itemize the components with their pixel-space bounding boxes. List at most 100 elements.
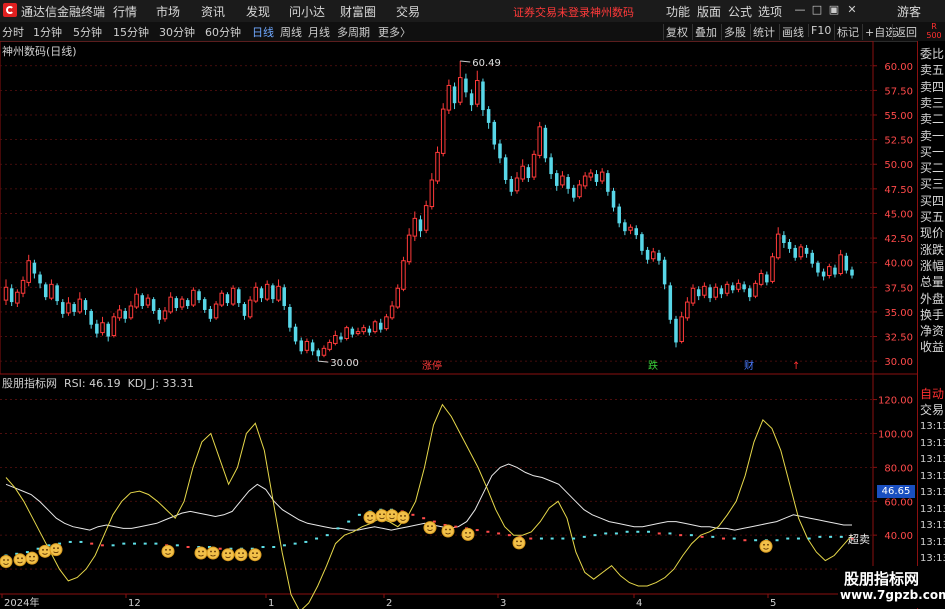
candle-body-down xyxy=(95,323,99,334)
panel-label: 卖三 xyxy=(920,95,945,110)
face-eye xyxy=(42,548,44,551)
period-intraday[interactable]: 分时 xyxy=(2,24,24,40)
period-multi[interactable]: 多周期 xyxy=(337,24,370,40)
face-eye xyxy=(400,515,402,517)
candle-body-up xyxy=(798,246,804,258)
panel-label: 买二 xyxy=(920,161,945,176)
candle-body-down xyxy=(242,304,247,316)
face-eye xyxy=(57,547,59,550)
r-badge[interactable]: R 500 xyxy=(924,22,944,40)
menu-ask[interactable]: 问小达 xyxy=(289,3,325,20)
face-eye xyxy=(379,513,381,516)
indicator-ytick-label: 40.00 xyxy=(884,531,913,542)
auto-trade-toggle[interactable]: 自动 xyxy=(920,385,944,402)
signal-dot xyxy=(529,537,533,540)
candle-body-up xyxy=(66,302,71,314)
period-daily[interactable]: 日线 xyxy=(252,24,274,40)
candle-body-down xyxy=(151,299,156,311)
candle-body-up xyxy=(537,126,542,156)
login-notice[interactable]: 证券交易未登录 xyxy=(513,4,590,20)
tool-adjust[interactable]: 复权 xyxy=(663,24,690,40)
candle-body-up xyxy=(514,177,520,192)
tick-time: 13:13 xyxy=(920,520,945,531)
period-30min[interactable]: 30分钟 xyxy=(159,24,195,40)
tick-time: 13:13 xyxy=(920,454,945,465)
main-ytick-label: 30.00 xyxy=(884,357,913,368)
tool-f10[interactable]: F10 xyxy=(808,24,833,37)
signal-dot xyxy=(796,537,800,540)
trade-label: 交易 xyxy=(920,403,945,417)
menu-options[interactable]: 选项 xyxy=(758,3,782,20)
face-circle xyxy=(423,521,437,535)
menu-layout[interactable]: 版面 xyxy=(697,3,721,20)
maximize-icon[interactable]: ▣ xyxy=(828,4,840,16)
main-ytick-label: 57.50 xyxy=(884,86,913,97)
menu-market[interactable]: 市场 xyxy=(156,3,180,20)
main-ytick-label: 45.00 xyxy=(884,209,913,220)
event-tag: 跌 xyxy=(648,359,658,372)
period-monthly[interactable]: 月线 xyxy=(308,24,330,40)
tick-time: 13:13 xyxy=(920,487,945,498)
period-60min[interactable]: 60分钟 xyxy=(205,24,241,40)
candle-body-up xyxy=(49,283,54,299)
date-axis: 2024年 12 1 2 3 4 5 xyxy=(1,594,776,609)
face-eye xyxy=(393,513,395,516)
candle-body-down xyxy=(640,234,644,251)
period-15min[interactable]: 15分钟 xyxy=(113,24,149,40)
period-1min[interactable]: 1分钟 xyxy=(33,24,62,40)
candle-body-down xyxy=(657,252,661,261)
period-weekly[interactable]: 周线 xyxy=(280,24,302,40)
close-icon[interactable]: ✕ xyxy=(846,4,858,16)
candle-body-up xyxy=(213,303,219,319)
period-5min[interactable]: 5分钟 xyxy=(73,24,102,40)
face-circle xyxy=(194,546,208,560)
watermark: 股朋指标网 www.7gpzb.com xyxy=(838,566,945,608)
menu-wealth[interactable]: 财富圈 xyxy=(340,3,376,20)
menu-news[interactable]: 资讯 xyxy=(201,3,225,20)
signal-dot xyxy=(475,529,479,532)
signal-dot xyxy=(422,517,426,520)
signal-face-icon xyxy=(221,548,235,562)
menu-trade[interactable]: 交易 xyxy=(396,3,420,20)
signal-dot xyxy=(154,542,158,545)
candlestick-series xyxy=(3,60,854,362)
stock-chart[interactable]: 60.00 57.50 55.00 52.50 50.00 47.50 45.00 42.50… xyxy=(0,41,917,609)
signal-face-icon xyxy=(25,551,39,565)
signal-dot xyxy=(604,532,608,535)
tool-stats[interactable]: 统计 xyxy=(750,24,777,40)
signal-dot xyxy=(636,530,640,533)
face-circle xyxy=(25,551,39,565)
candle-body-up xyxy=(395,287,401,308)
candle-body-up xyxy=(406,234,412,263)
face-eye xyxy=(3,559,5,561)
face-eye xyxy=(763,543,765,546)
tool-mark[interactable]: 标记 xyxy=(834,24,861,40)
candle-body-down xyxy=(498,143,502,159)
panel-label: 卖四 xyxy=(920,79,945,94)
face-circle xyxy=(13,553,27,567)
candle-body-down xyxy=(123,310,127,319)
restore-icon[interactable]: □ xyxy=(811,4,823,16)
main-ytick-label: 60.00 xyxy=(884,62,913,73)
guest-login[interactable]: 游客 xyxy=(897,3,921,20)
candle-body-up xyxy=(651,251,656,260)
signal-dot xyxy=(79,540,83,543)
signal-dot xyxy=(486,530,490,533)
tool-draw[interactable]: 画线 xyxy=(779,24,806,40)
menu-discover[interactable]: 发现 xyxy=(246,3,270,20)
menu-quotes[interactable]: 行情 xyxy=(113,3,137,20)
candle-body-up xyxy=(736,282,741,290)
low-label: 30.00 xyxy=(330,358,359,369)
menu-function[interactable]: 功能 xyxy=(666,3,690,20)
signal-dot xyxy=(186,546,190,549)
candle-body-down xyxy=(83,300,88,310)
menu-formula[interactable]: 公式 xyxy=(728,3,752,20)
tool-overlay[interactable]: 叠加 xyxy=(692,24,719,40)
face-eye xyxy=(242,552,244,555)
tool-back[interactable]: 返回 xyxy=(892,24,919,40)
candle-body-down xyxy=(617,206,621,224)
indicator-lines xyxy=(5,403,853,609)
minimize-icon[interactable]: — xyxy=(794,4,806,16)
tool-multistock[interactable]: 多股 xyxy=(721,24,748,40)
period-more[interactable]: 更多〉 xyxy=(378,24,411,40)
